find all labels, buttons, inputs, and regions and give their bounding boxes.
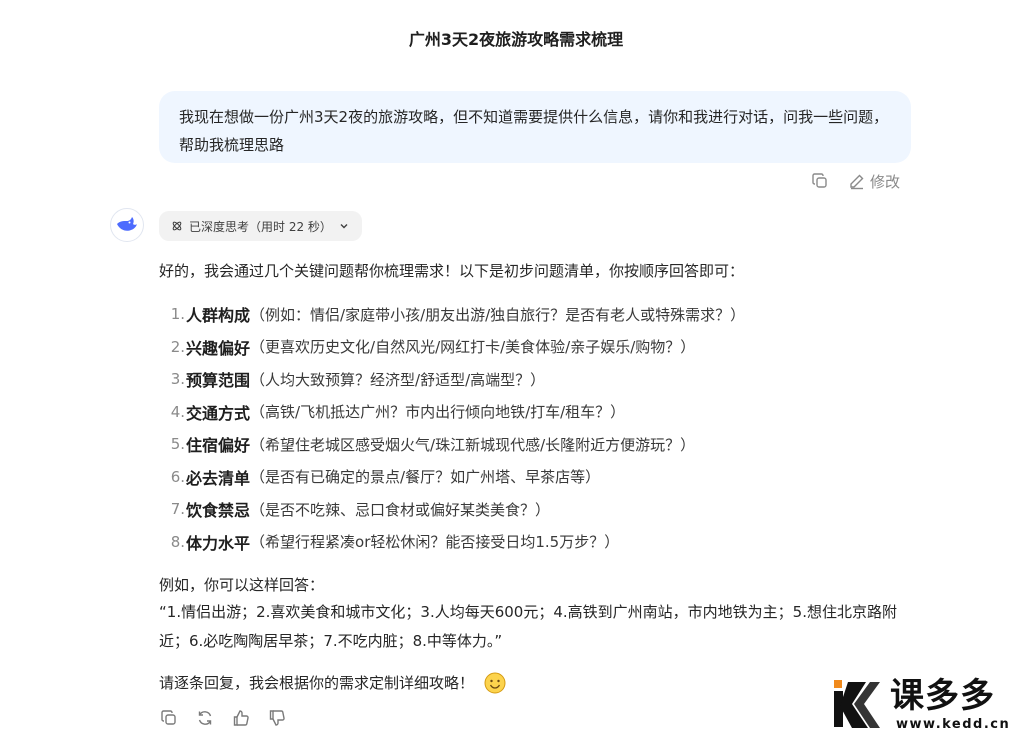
list-item: 6. 必去清单 （是否有已确定的景点/餐厅？如广州塔、早茶店等）	[159, 461, 919, 494]
thumbs-down-icon[interactable]	[267, 708, 287, 728]
example-text: “1.情侣出游；2.喜欢美食和城市文化；3.人均每天600元；4.高铁到广州南站…	[159, 603, 897, 650]
list-item: 3. 预算范围 （人均大致预算？经济型/舒适型/高端型？）	[159, 363, 919, 396]
item-term: 交通方式	[186, 403, 251, 423]
list-item: 2. 兴趣偏好 （更喜欢历史文化/自然风光/网红打卡/美食体验/亲子娱乐/购物？）	[159, 331, 919, 364]
copy-icon[interactable]	[810, 171, 830, 191]
item-term: 预算范围	[186, 371, 251, 391]
example-label: 例如，你可以这样回答：	[159, 576, 325, 594]
watermark-brand: 课多多	[890, 676, 995, 716]
item-number: 5.	[170, 435, 185, 454]
item-desc: （希望行程紧凑or轻松休闲？能否接受日均1.5万步？）	[250, 533, 620, 552]
closing-line: 请逐条回复，我会根据你的需求定制详细攻略！	[159, 670, 506, 696]
user-message-bubble: 我现在想做一份广州3天2夜的旅游攻略，但不知道需要提供什么信息，请你和我进行对话…	[159, 91, 911, 163]
list-item: 5. 住宿偏好 （希望住老城区感受烟火气/珠江新城现代感/长隆附近方便游玩？）	[159, 428, 919, 461]
chevron-down-icon	[340, 224, 348, 229]
item-term: 必去清单	[186, 468, 251, 488]
copy-icon[interactable]	[159, 708, 179, 728]
list-item: 1. 人群构成 （例如：情侣/家庭带小孩/朋友出游/独自旅行？是否有老人或特殊需求？…	[159, 298, 919, 331]
list-item: 8. 体力水平 （希望行程紧凑or轻松休闲？能否接受日均1.5万步？）	[159, 526, 919, 559]
page-title: 广州3天2夜旅游攻略需求梳理	[408, 30, 624, 49]
whale-logo-icon	[117, 217, 137, 231]
atom-icon	[172, 221, 182, 231]
item-desc: （希望住老城区感受烟火气/珠江新城现代感/长隆附近方便游玩？）	[250, 435, 696, 454]
pencil-icon	[850, 174, 864, 190]
thumbs-up-icon[interactable]	[231, 708, 251, 728]
item-number: 2.	[170, 337, 185, 356]
watermark-logo: 课多多 www.kedd.cn	[830, 676, 1030, 734]
deep-think-label: 已深度思考（用时 22 秒）	[189, 219, 332, 234]
user-message-actions: 修改	[810, 170, 900, 192]
item-number: 6.	[170, 467, 185, 486]
item-term: 体力水平	[186, 533, 251, 553]
deep-think-toggle[interactable]: 已深度思考（用时 22 秒）	[159, 211, 362, 241]
item-term: 住宿偏好	[186, 436, 251, 456]
answer-actions	[159, 708, 287, 728]
list-item: 4. 交通方式 （高铁/飞机抵达广州？市内出行倾向地铁/打车/租车？）	[159, 396, 919, 429]
assistant-answer: 好的，我会通过几个关键问题帮你梳理需求！以下是初步问题清单，你按顺序回答即可： …	[159, 258, 919, 558]
item-number: 4.	[170, 402, 185, 421]
item-desc: （高铁/飞机抵达广州？市内出行倾向地铁/打车/租车？）	[250, 403, 626, 422]
question-list: 1. 人群构成 （例如：情侣/家庭带小孩/朋友出游/独自旅行？是否有老人或特殊需求？…	[159, 298, 919, 558]
item-desc: （人均大致预算？经济型/舒适型/高端型？）	[250, 370, 546, 389]
item-desc: （例如：情侣/家庭带小孩/朋友出游/独自旅行？是否有老人或特殊需求？）	[250, 305, 746, 324]
item-number: 3.	[170, 370, 185, 389]
item-desc: （是否不吃辣、忌口食材或偏好某类美食？）	[250, 500, 551, 519]
item-term: 饮食禁忌	[186, 501, 251, 521]
edit-button[interactable]: 修改	[848, 171, 900, 192]
assistant-avatar	[110, 208, 144, 242]
regenerate-icon[interactable]	[195, 708, 215, 728]
edit-label: 修改	[870, 172, 901, 191]
item-desc: （更喜欢历史文化/自然风光/网红打卡/美食体验/亲子娱乐/购物？）	[250, 338, 696, 357]
smiley-emoji-icon	[484, 672, 506, 694]
item-number: 8.	[170, 532, 185, 551]
item-term: 兴趣偏好	[186, 338, 251, 358]
item-number: 7.	[170, 500, 185, 519]
item-desc: （是否有已确定的景点/餐厅？如广州塔、早茶店等）	[250, 468, 601, 487]
item-term: 人群构成	[186, 306, 251, 326]
chat-page: 广州3天2夜旅游攻略需求梳理 我现在想做一份广州3天2夜的旅游攻略，但不知道需要…	[0, 0, 1032, 737]
closing-text: 请逐条回复，我会根据你的需求定制详细攻略！	[159, 674, 475, 692]
watermark-url: www.kedd.cn	[896, 717, 1011, 732]
list-item: 7. 饮食禁忌 （是否不吃辣、忌口食材或偏好某类美食？）	[159, 493, 919, 526]
item-number: 1.	[170, 305, 185, 324]
answer-intro: 好的，我会通过几个关键问题帮你梳理需求！以下是初步问题清单，你按顺序回答即可：	[159, 262, 745, 280]
